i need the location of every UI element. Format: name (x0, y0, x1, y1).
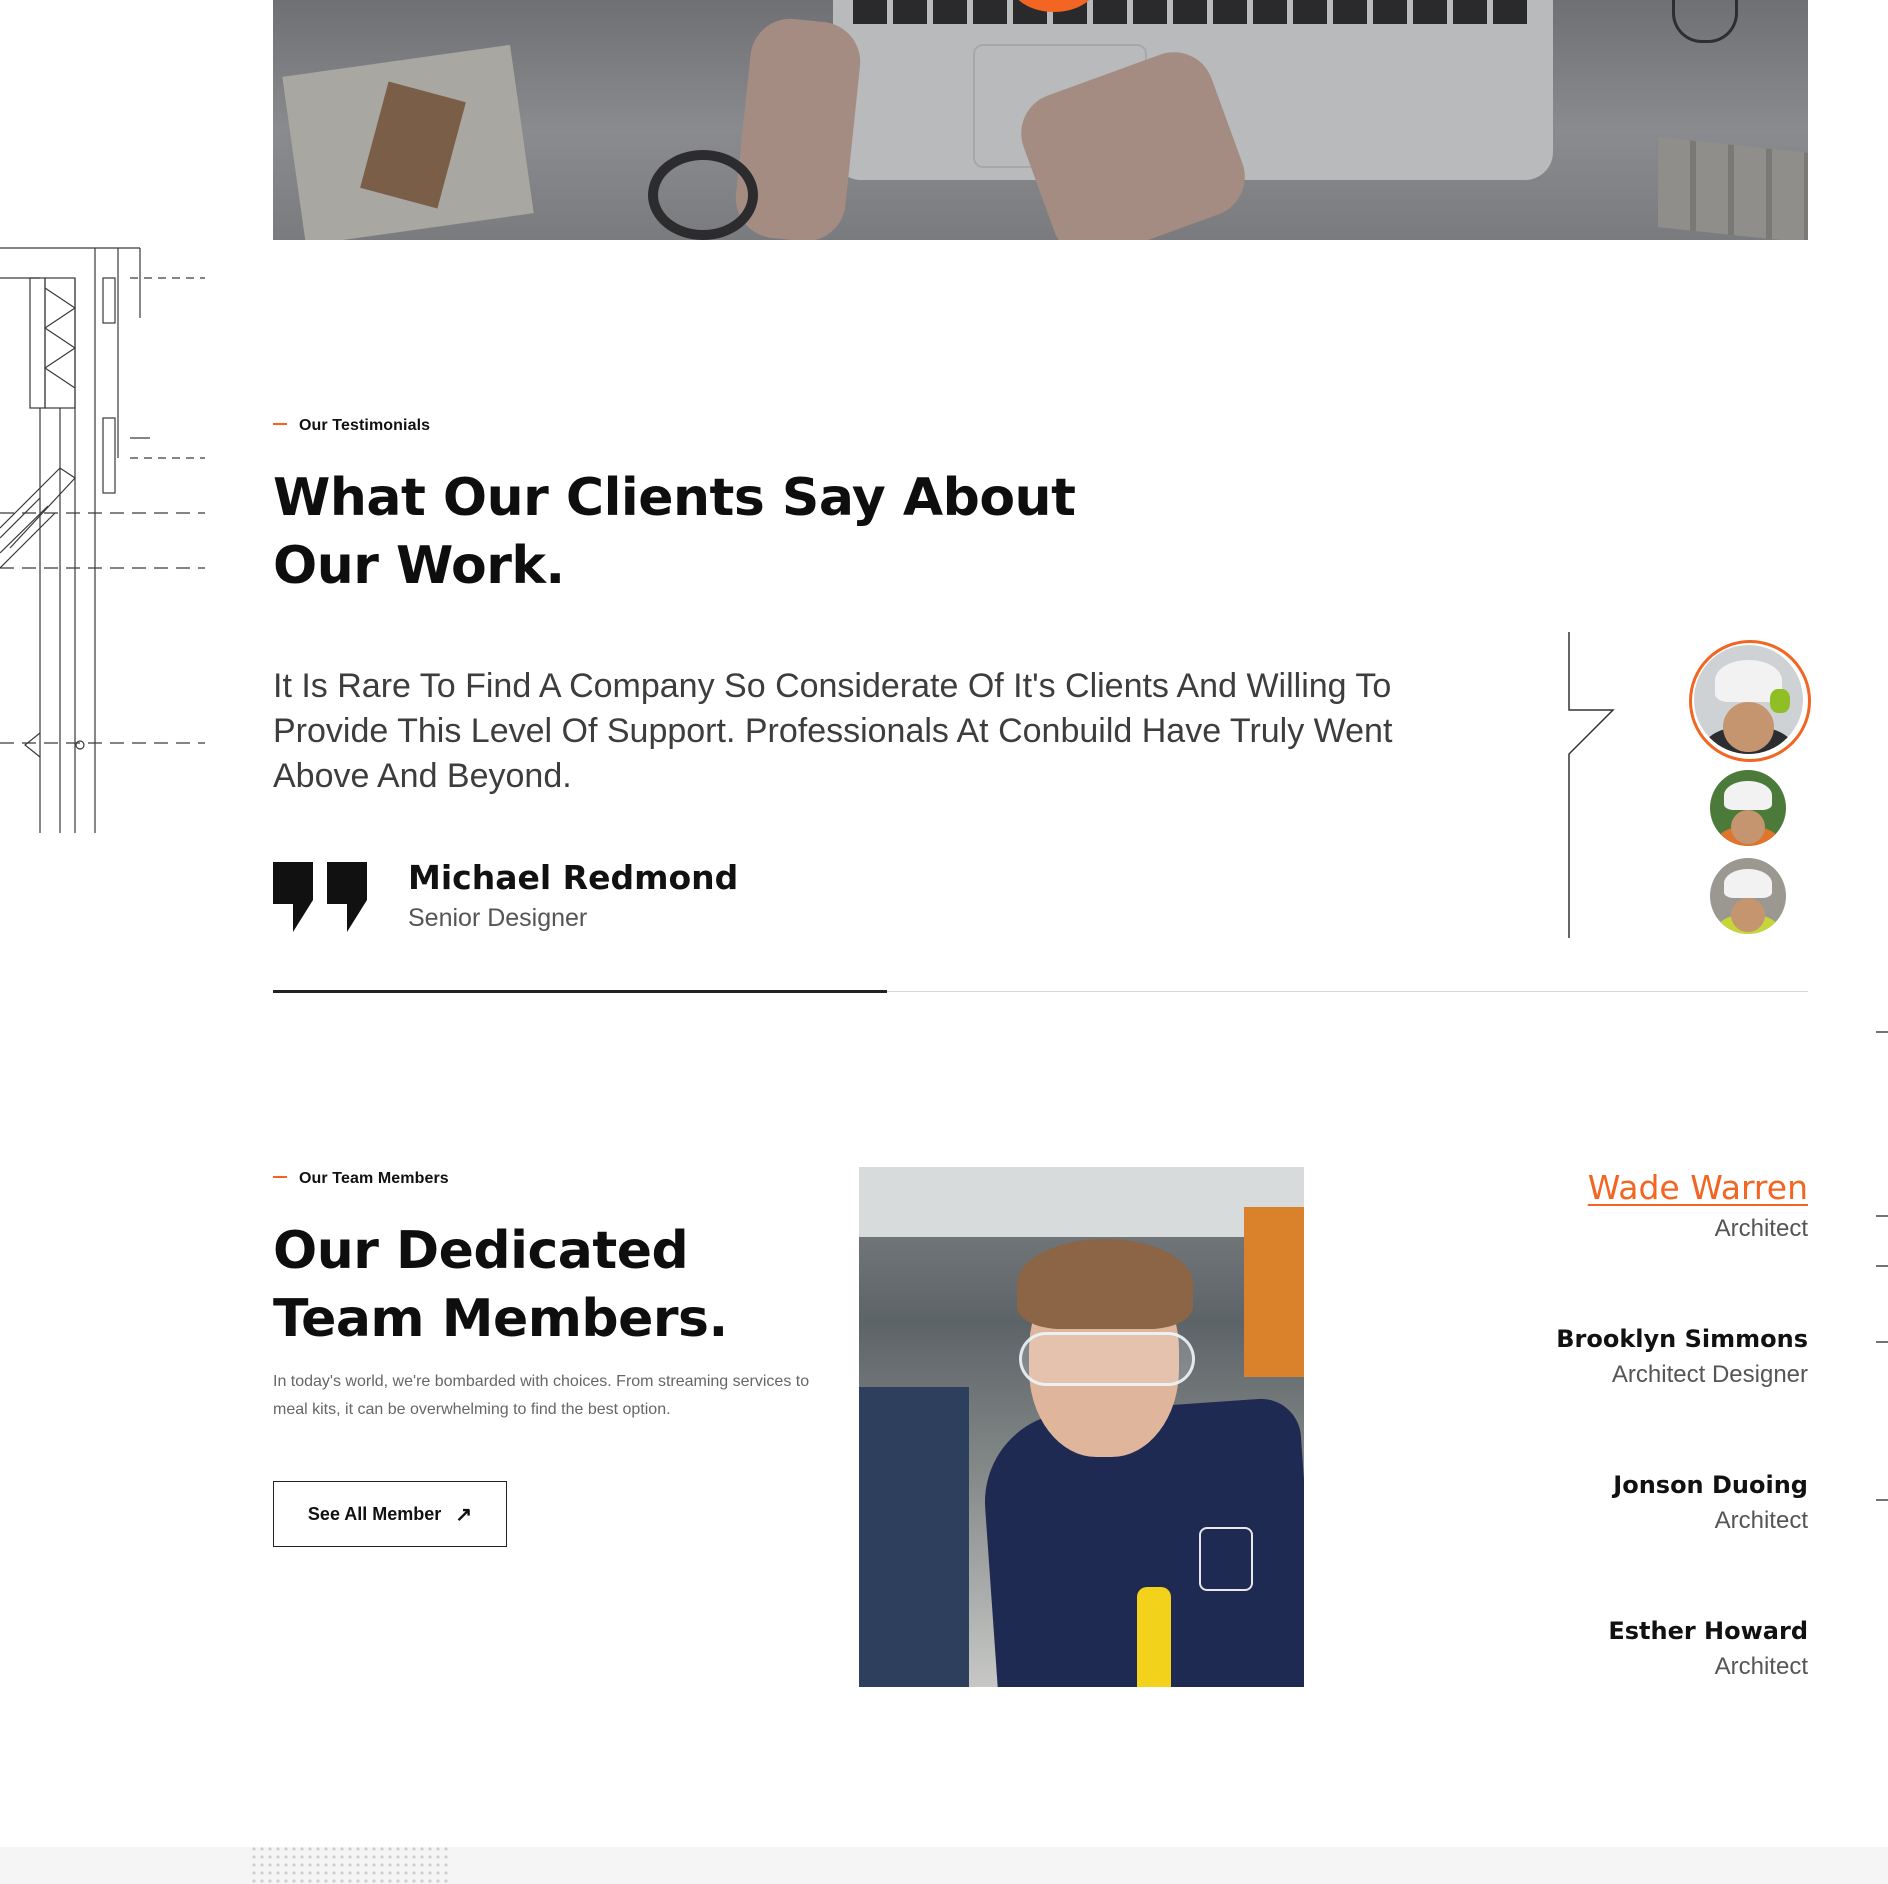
testimonials-heading-line2: Our Work. (273, 536, 565, 596)
team-eyebrow: Our Team Members (273, 1170, 449, 1188)
team-eyebrow-text: Our Team Members (299, 1170, 449, 1187)
team-description: In today's world, we're bombarded with c… (273, 1373, 810, 1418)
member-role: Architect (1714, 1653, 1808, 1680)
testimonial-author-name: Michael Redmond (408, 858, 739, 897)
testimonials-eyebrow-text: Our Testimonials (299, 417, 431, 434)
blueprint-drawing (0, 247, 205, 833)
color-swatches (1658, 137, 1808, 240)
footer-dot-pattern (250, 1845, 450, 1884)
scissors (648, 150, 758, 240)
avatar-face (1723, 701, 1774, 752)
team-member-wade-warren[interactable]: Wade Warren Architect (1588, 1168, 1808, 1243)
testimonial-quote: It Is Rare To Find A Company So Consider… (273, 667, 1393, 795)
right-edge-ticks (1876, 1031, 1888, 1501)
avatar-worker-headset[interactable] (1694, 645, 1803, 754)
avatar-bracket-line (1568, 632, 1615, 938)
member-role: Architect (1714, 1507, 1808, 1534)
photo-ceiling-lights (859, 1167, 1304, 1237)
team-member-esther-howard[interactable]: Esther Howard Architect (1608, 1617, 1808, 1681)
photo-school-crest (1199, 1527, 1253, 1591)
member-role: Architect Designer (1611, 1361, 1808, 1388)
team-member-brooklyn-simmons[interactable]: Brooklyn Simmons Architect Designer (1556, 1325, 1808, 1389)
accent-dash (273, 422, 287, 425)
team-heading-line1: Our Dedicated (273, 1221, 689, 1281)
see-all-members-label: See All Member (307, 1503, 442, 1524)
hero-photo (273, 0, 1808, 240)
laptop-keys (853, 0, 1533, 24)
quote-icon (273, 862, 367, 932)
member-name: Brooklyn Simmons (1556, 1325, 1808, 1353)
team-member-jonson-duoing[interactable]: Jonson Duoing Architect (1613, 1471, 1808, 1535)
eyeglasses (1672, 0, 1738, 43)
testimonials-heading-line1: What Our Clients Say About (273, 468, 1076, 528)
avatar-helmet (1724, 868, 1772, 898)
testimonial-author-role: Senior Designer (408, 904, 588, 932)
member-name: Esther Howard (1608, 1617, 1808, 1645)
testimonial-progress-fill (273, 990, 887, 993)
member-name: Wade Warren (1587, 1168, 1808, 1207)
photo-background-machine (1244, 1207, 1304, 1377)
avatar-helmet (1724, 780, 1772, 810)
ear-protector (1770, 688, 1790, 713)
accent-dash (273, 1175, 287, 1178)
photo-safety-goggles (1019, 1332, 1195, 1386)
testimonials-heading: What Our Clients Say About Our Work. (273, 464, 1076, 600)
avatar-worker-helmet[interactable] (1710, 770, 1786, 846)
member-name: Jonson Duoing (1613, 1471, 1808, 1499)
photo-yellow-bottle (1137, 1587, 1171, 1687)
testimonial-progress-track (273, 990, 1808, 993)
photo-background-person (859, 1387, 969, 1687)
team-member-photo (859, 1167, 1304, 1687)
avatar-worker-hardhat[interactable] (1710, 858, 1786, 934)
arrow-up-right-icon: ↗ (455, 1503, 473, 1526)
testimonials-eyebrow: Our Testimonials (273, 417, 430, 435)
see-all-members-button[interactable]: See All Member ↗ (273, 1481, 507, 1547)
member-role: Architect (1714, 1215, 1808, 1242)
team-heading-line2: Team Members. (273, 1289, 728, 1349)
photo-hair (1017, 1239, 1193, 1329)
team-heading: Our Dedicated Team Members. (273, 1217, 728, 1353)
